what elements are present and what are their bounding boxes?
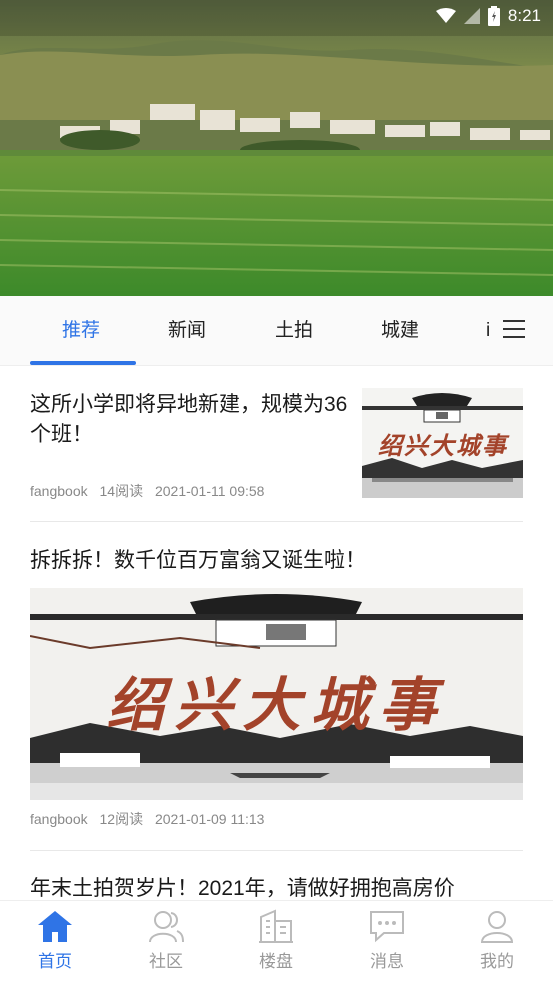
active-tab-indicator — [30, 361, 136, 365]
article-title: 拆拆拆！数千位百万富翁又诞生啦！ — [30, 549, 366, 572]
nav-properties-label: 楼盘 — [259, 952, 293, 971]
nav-community[interactable]: 社区 — [126, 909, 206, 972]
nav-profile-label: 我的 — [480, 952, 514, 971]
menu-icon[interactable] — [503, 320, 525, 338]
thumbnail-banner-text: 绍兴大城事 — [378, 431, 508, 460]
article-author: fangbook — [30, 811, 88, 827]
home-icon — [38, 911, 72, 942]
article-item[interactable]: 这所小学即将异地新建，规模为36个班！ fangbook 14阅读 2021-0… — [0, 366, 553, 521]
article-date: 2021-01-09 11:13 — [154, 811, 265, 827]
buildings-icon — [259, 909, 293, 943]
tab-truncated[interactable]: i — [486, 316, 494, 346]
article-meta: fangbook 12阅读 2021-01-09 11:13 — [30, 809, 272, 829]
nav-community-label: 社区 — [149, 952, 183, 971]
status-bar: 8:21 — [435, 0, 553, 32]
article-meta: fangbook 14阅读 2021-01-11 09:58 — [30, 481, 272, 501]
article-author: fangbook — [30, 483, 88, 499]
category-tabs: 推荐 新闻 土拍 城建 i — [0, 296, 553, 366]
hero-banner-image[interactable]: 8:21 — [0, 0, 553, 296]
tab-land-auction[interactable]: 土拍 — [275, 316, 313, 346]
wifi-icon — [435, 8, 456, 23]
nav-home-label: 首页 — [38, 952, 72, 971]
message-icon — [370, 911, 404, 943]
nav-messages[interactable]: 消息 — [347, 909, 427, 972]
battery-icon — [487, 6, 500, 26]
bottom-navigation: 首页 社区 楼盘 消息 我的 — [0, 900, 553, 983]
article-banner-image: 绍兴大城事 — [29, 588, 523, 800]
tab-news[interactable]: 新闻 — [168, 316, 206, 346]
profile-icon — [480, 911, 514, 943]
tab-urban-construction[interactable]: 城建 — [381, 316, 419, 346]
nav-home[interactable]: 首页 — [15, 909, 95, 972]
tab-recommend[interactable]: 推荐 — [62, 316, 100, 346]
article-thumbnail: 绍兴大城事 — [362, 388, 523, 498]
nav-properties[interactable]: 楼盘 — [236, 909, 316, 972]
status-time: 8:21 — [507, 6, 541, 25]
article-title: 这所小学即将异地新建，规模为36个班！ — [30, 393, 348, 446]
article-date: 2021-01-11 09:58 — [154, 483, 265, 499]
community-icon — [149, 911, 184, 943]
banner-calligraphy-text: 绍兴大城事 — [106, 671, 447, 739]
article-reads: 14阅读 — [99, 483, 144, 499]
article-reads: 12阅读 — [99, 811, 144, 827]
signal-icon — [463, 8, 480, 24]
article-item[interactable]: 拆拆拆！数千位百万富翁又诞生啦！ 绍兴大城事 fangbook 12阅读 202… — [0, 522, 553, 850]
nav-profile[interactable]: 我的 — [457, 909, 537, 972]
nav-messages-label: 消息 — [370, 952, 404, 971]
